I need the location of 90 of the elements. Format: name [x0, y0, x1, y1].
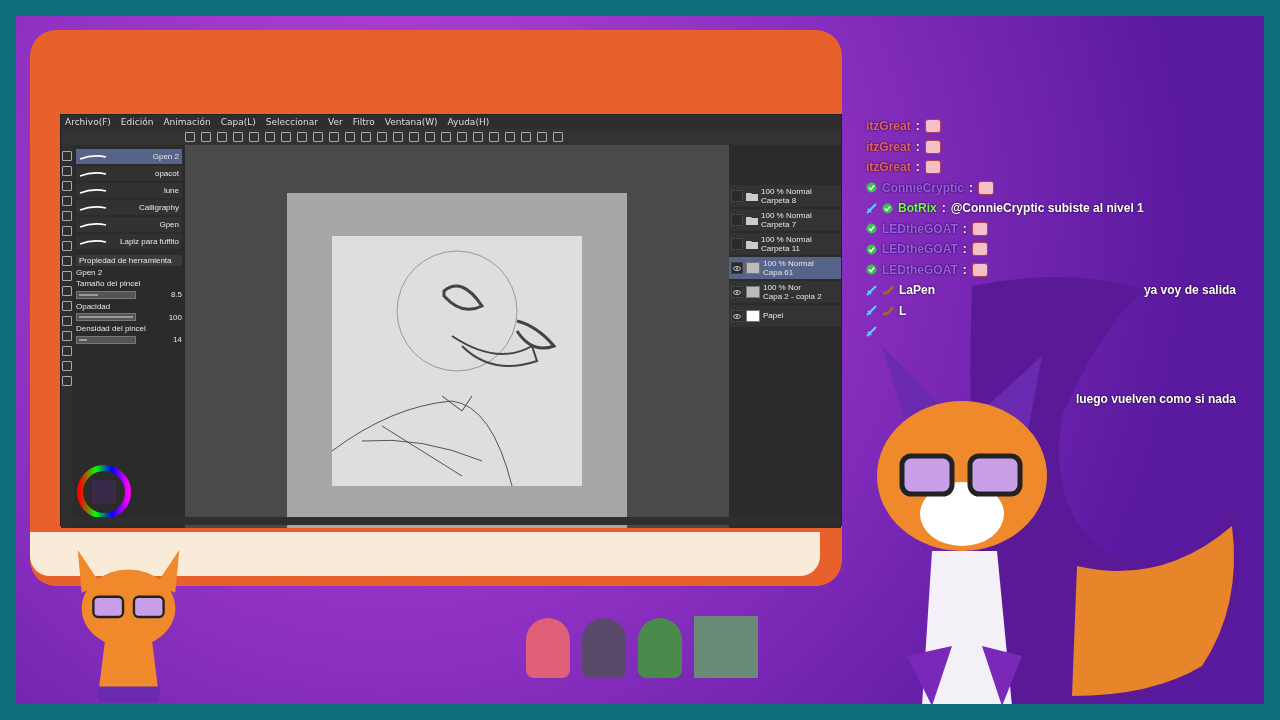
menu-item[interactable]: Edición — [120, 117, 154, 127]
layer-mode: 100 % Normal — [761, 186, 812, 196]
chat-text: ya voy de salida — [1143, 283, 1236, 298]
chat-text: @ConnieCryptic subiste al nivel 1 — [950, 201, 1144, 216]
separator: : — [941, 201, 946, 216]
layer-name: Carpeta 7 — [761, 220, 798, 230]
chat-username: LEDtheGOAT — [882, 242, 958, 257]
chat-text: luego vuelven como si nada — [1075, 392, 1236, 406]
chat-username: itzGreat — [866, 139, 911, 154]
brush-name: Gpen 2 — [152, 151, 179, 162]
chat-username: LEDtheGOAT — [882, 262, 958, 277]
layer-name: Capa 61 — [763, 268, 795, 278]
menu-item[interactable]: Ayuda(H) — [447, 117, 490, 127]
chat-username: ConnieCryptic — [882, 180, 964, 195]
avatar-icon — [526, 618, 570, 678]
setting-value: 8.5 — [170, 290, 182, 300]
brush-stroke-icon — [79, 170, 107, 177]
setting-label: Tamaño del pincel — [76, 279, 142, 289]
separator: : — [962, 242, 967, 257]
separator: : — [915, 119, 920, 134]
layer-name: Capa 2 - copia 2 — [763, 292, 822, 302]
avatar-icon — [638, 618, 682, 678]
brush-stroke-icon — [79, 153, 107, 160]
layer-name: Carpeta 8 — [761, 196, 798, 206]
visibility-toggle[interactable] — [731, 262, 743, 274]
chat-username: LEDtheGOAT — [882, 221, 958, 236]
chat-username: BotRix — [898, 201, 937, 216]
menu-item[interactable]: Animación — [163, 117, 211, 127]
separator: : — [969, 180, 973, 195]
slider-track[interactable] — [76, 290, 136, 299]
brush-name: opacot — [154, 168, 179, 179]
separator: : — [915, 160, 920, 175]
chat-username: itzGreat — [866, 160, 911, 175]
visibility-toggle[interactable] — [731, 238, 743, 250]
visibility-toggle[interactable] — [731, 214, 743, 226]
brush-stroke-icon — [79, 238, 107, 245]
visibility-toggle[interactable] — [731, 286, 743, 298]
panel-title: Propiedad de herramienta — [76, 255, 182, 266]
brush-stroke-icon — [79, 204, 107, 211]
brush-item[interactable]: Calligraphy — [76, 200, 182, 215]
setting-label: Densidad del pincel — [76, 323, 147, 334]
chat-username: LaPen — [899, 283, 935, 298]
eye-icon — [733, 313, 741, 319]
separator: : — [962, 221, 967, 236]
avatar-icon — [582, 618, 626, 678]
brush-item[interactable]: Gpen — [76, 217, 182, 232]
layer-mode: 100 % Normal — [763, 258, 814, 268]
brush-name: lune — [163, 185, 179, 196]
eye-icon — [733, 289, 741, 295]
menu-item[interactable]: Seleccionar — [265, 117, 318, 127]
menu-item[interactable]: Ver — [327, 117, 343, 127]
brush-item[interactable]: lune — [76, 183, 182, 198]
layer-mode: 100 % Normal — [761, 234, 812, 244]
setting-value: 100 — [168, 312, 182, 322]
setting-label: Opacidad — [76, 301, 112, 311]
layer-item[interactable]: 100 % Nor Capa 2 - copia 2 — [729, 281, 841, 303]
brush-item[interactable]: opacot — [76, 166, 182, 181]
color-wheel-drawing[interactable] — [76, 464, 132, 520]
visibility-toggle[interactable] — [731, 190, 743, 202]
brush-name: Gpen — [159, 219, 179, 230]
layer-item[interactable]: 100 % Normal Carpeta 8 — [729, 185, 841, 207]
chat-username: L — [899, 303, 907, 318]
chat-username: itzGreat — [866, 119, 911, 134]
layer-item[interactable]: Papel — [729, 305, 841, 327]
layer-item[interactable]: 100 % Normal Carpeta 7 — [729, 209, 841, 231]
visibility-toggle[interactable] — [731, 310, 743, 322]
brush-item[interactable]: Gpen 2 — [76, 149, 182, 164]
menu-item[interactable]: Filtro — [352, 117, 375, 127]
slider-track[interactable] — [76, 335, 136, 344]
layer-item[interactable]: 100 % Normal Carpeta 11 — [729, 233, 841, 255]
brush-name: Calligraphy — [138, 202, 179, 213]
brush-name: Gpen 2 — [76, 268, 104, 278]
separator: : — [962, 262, 967, 277]
brush-stroke-icon — [79, 221, 107, 228]
brush-name: Lapiz para fuffito — [120, 236, 179, 247]
photo-placeholder — [694, 616, 758, 678]
eye-icon — [733, 265, 741, 271]
slider-track[interactable] — [76, 313, 136, 322]
menu-item[interactable]: Archivo(F) — [65, 117, 111, 127]
setting-value: 14 — [173, 335, 182, 345]
separator: : — [915, 139, 920, 154]
layer-name: Carpeta 11 — [761, 244, 801, 254]
menu-item[interactable]: Ventana(W) — [384, 117, 438, 127]
layer-item[interactable]: 100 % Normal Capa 61 — [729, 257, 841, 279]
menu-item[interactable]: Capa(L) — [220, 117, 256, 127]
layer-mode: 100 % Nor — [763, 282, 802, 292]
brush-item[interactable]: Lapiz para fuffito — [76, 234, 182, 249]
layer-name: Papel — [763, 311, 784, 321]
layer-mode: 100 % Normal — [761, 210, 812, 220]
brush-stroke-icon — [79, 187, 107, 194]
